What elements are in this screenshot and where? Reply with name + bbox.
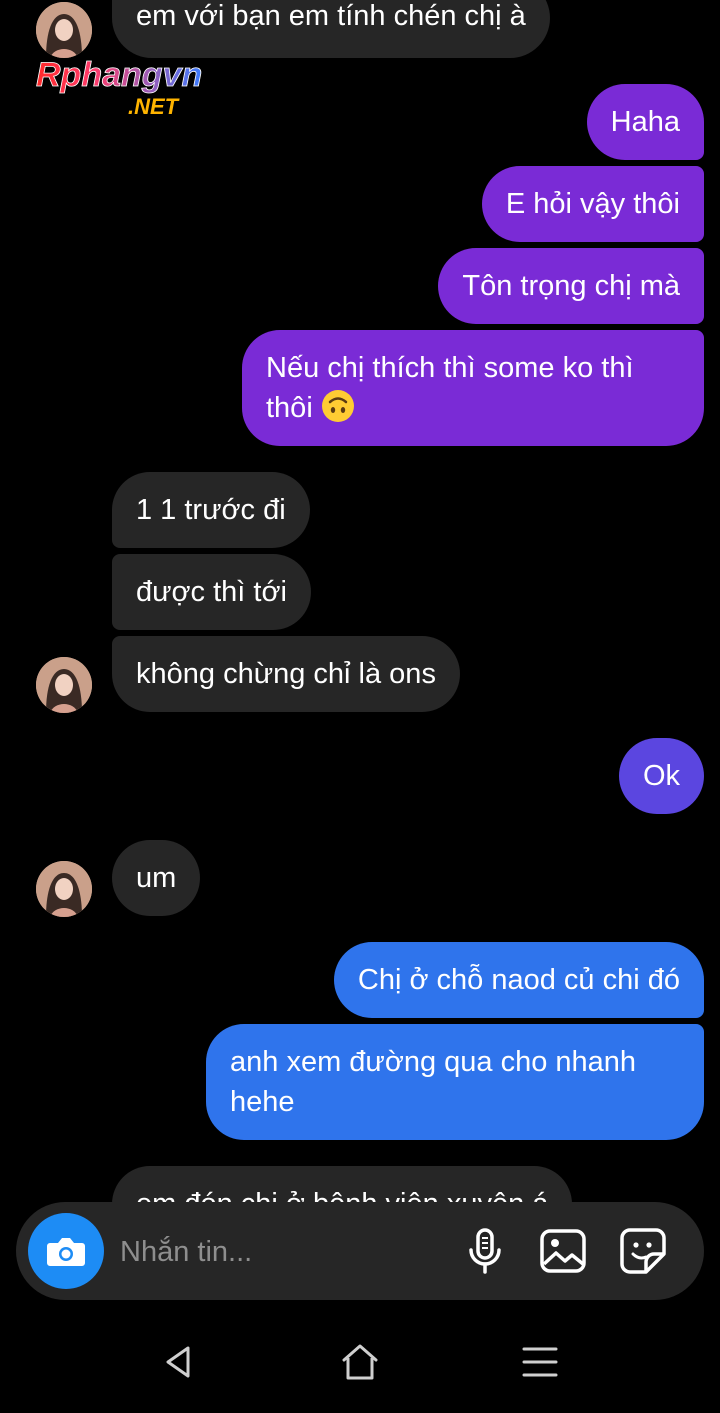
watermark-logo: Rphangvn .NET [34,52,264,122]
microphone-button[interactable] [460,1226,510,1276]
message-text: E hỏi vậy thôi [505,188,680,220]
menu-icon [522,1347,558,1377]
watermark-brand: Rphangvn [36,56,202,94]
message-text: Chị ở chỗ naod củ chi đó [357,964,680,996]
message-text: 1 1 trước đi [136,494,286,526]
image-icon [540,1229,586,1273]
message-bubble-outgoing[interactable]: Nếu chị thích thì some ko thì thôi [242,330,704,446]
chat-screen: em với bạn em tính chén chị à Rphangvn .… [0,0,720,1413]
watermark-domain: .NET [128,94,180,119]
contact-avatar[interactable] [36,657,92,713]
message-composer: Nhắn tin... [16,1202,704,1300]
message-bubble-incoming[interactable]: không chừng chỉ là ons [112,636,460,712]
message-bubble-outgoing[interactable]: anh xem đường qua cho nhanh hehe [206,1024,704,1140]
message-text: um [136,862,177,894]
camera-button[interactable] [28,1213,104,1289]
message-bubble-incoming[interactable]: được thì tới [112,554,311,630]
message-text: không chừng chỉ là ons [136,658,436,690]
nav-back-button[interactable] [158,1340,202,1384]
sticker-icon [620,1228,666,1274]
system-nav-bar [0,1310,720,1413]
contact-avatar[interactable] [36,861,92,917]
back-triangle-icon [166,1346,190,1378]
home-icon [342,1344,378,1380]
camera-icon [47,1238,85,1266]
contact-avatar[interactable] [36,2,92,58]
message-text: được thì tới [136,576,287,608]
message-bubble-incoming[interactable]: 1 1 trước đi [112,472,310,548]
message-input[interactable]: Nhắn tin... [120,1232,252,1272]
message-bubble-outgoing[interactable]: Haha [586,84,704,160]
message-text: Haha [610,106,680,138]
message-bubble-outgoing[interactable]: E hỏi vậy thôi [481,166,704,242]
sticker-button[interactable] [618,1226,668,1276]
gallery-button[interactable] [538,1226,588,1276]
nav-menu-button[interactable] [518,1340,562,1384]
nav-home-button[interactable] [338,1340,382,1384]
upside-down-face-emoji-icon [321,389,355,434]
message-text: anh xem đường qua cho nhanh hehe [230,1046,637,1118]
message-bubble-incoming[interactable]: em với bạn em tính chén chị à [112,0,550,58]
message-bubble-outgoing[interactable]: Tôn trọng chị mà [438,248,704,324]
message-bubble-outgoing[interactable]: Chị ở chỗ naod củ chi đó [333,942,704,1018]
message-text: em với bạn em tính chén chị à [136,0,526,32]
message-text: Ok [642,760,680,792]
message-bubble-incoming[interactable]: um [112,840,201,916]
microphone-icon [469,1228,501,1274]
message-bubble-outgoing[interactable]: Ok [618,738,704,814]
message-text: Tôn trọng chị mà [462,270,680,302]
